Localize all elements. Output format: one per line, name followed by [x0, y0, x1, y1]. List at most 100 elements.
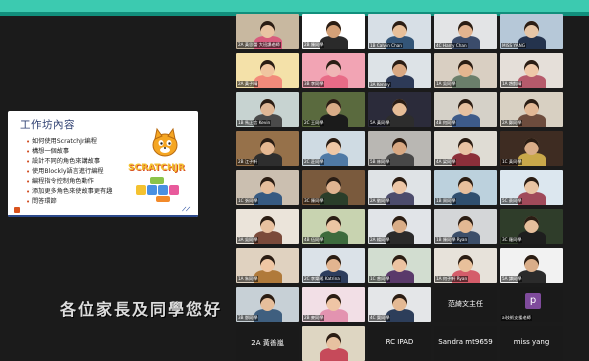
participant-video-face [524, 21, 539, 38]
participant-tile[interactable]: 3C 羅同學 [500, 209, 563, 244]
participant-name: 5C 蔡同學 [501, 198, 523, 204]
participant-name: 1B 陳同學 Ryan [435, 237, 469, 243]
participant-video-face [524, 138, 539, 155]
participant-video-face [392, 99, 407, 116]
participant-name: 范綺文主任 [448, 300, 483, 308]
participant-tile[interactable]: 1A 何子軒 Ryan [434, 248, 497, 283]
video-subtitle: 各位家長及同學您好 [60, 300, 223, 319]
participant-tile[interactable]: 1B 周同學 [434, 170, 497, 205]
participant-video-face [458, 60, 473, 77]
participant-tile[interactable]: 2B 麥同學 [302, 287, 365, 322]
participant-name: 1A 何子軒 Ryan [435, 276, 469, 282]
participant-video-face [458, 177, 473, 194]
participant-video-face [326, 21, 341, 38]
participant-tile[interactable]: 5A 黃同學 [368, 92, 431, 127]
participant-name: 1B 馬正言 Kevin [237, 120, 272, 126]
participant-tile[interactable]: p ai技術支援老師 [500, 287, 563, 322]
participant-video-face [458, 255, 473, 272]
slide-bullet: 編程指令控制角色動作 [26, 177, 112, 187]
participant-tile[interactable]: 2A 劉同學 [368, 170, 431, 205]
participant-tile[interactable]: 2B 江子軒 [236, 131, 299, 166]
participant-name: 1A 吳同學 [435, 81, 457, 87]
participant-tile[interactable]: 4B 伍同學 [302, 209, 365, 244]
participant-name: MISS YANG [501, 43, 526, 48]
participant-name: 3B 鄧同學 [237, 315, 259, 321]
participant-tile[interactable]: 4A 梁同學 [434, 131, 497, 166]
participant-tile[interactable]: 3A Kenny [368, 53, 431, 88]
participant-name: 1C 張同學 [237, 198, 259, 204]
participant-name: 1A 趙凱晴 [501, 81, 523, 87]
participant-tile[interactable]: 1C 張同學 [236, 170, 299, 205]
participant-tile[interactable]: 1B 陳同學 Ryan [434, 209, 497, 244]
participant-tile[interactable]: miss yang [500, 326, 563, 361]
participant-name: 2A 劉同學 [369, 198, 391, 204]
participant-tile[interactable] [302, 326, 365, 361]
participant-tile[interactable]: 3B 鄧同學 [236, 287, 299, 322]
participant-tile[interactable]: 5C 蔡同學 [500, 170, 563, 205]
participant-tile[interactable]: 1C 曾同學 [368, 248, 431, 283]
participant-tile[interactable]: 范綺文主任 [434, 287, 497, 322]
participant-tile[interactable]: MISS YANG [500, 14, 563, 49]
participant-video-face [326, 60, 341, 77]
participant-name: 4A 梁同學 [435, 159, 457, 165]
participant-tile[interactable]: 3B 李同學 [302, 53, 365, 88]
participant-tile[interactable]: 3A 吳同學 [236, 209, 299, 244]
participant-name: 3A 吳同學 [237, 237, 259, 243]
participant-tile[interactable]: 2A 楊同學 [368, 209, 431, 244]
participant-name: 1C 黃同學 [501, 159, 523, 165]
slide-bullet: 如何使用ScratchJr編程 [26, 137, 112, 147]
participant-video-face [392, 21, 407, 38]
participant-tile[interactable]: 1B 馬正言 Kevin [236, 92, 299, 127]
participant-name: 3C 陳同學 [303, 198, 325, 204]
participant-tile[interactable]: 2C 王同學 [302, 92, 365, 127]
participant-name: 2A 黃子晴 [237, 81, 259, 87]
participant-tile[interactable]: 3C 陳同學 [302, 170, 365, 205]
slide-page-marker [14, 207, 20, 213]
participant-video-face [524, 99, 539, 116]
participant-name: 2A 黃思蕾 大班課老師 [237, 42, 281, 48]
participant-name: 2A 楊同學 [369, 237, 391, 243]
participant-tile[interactable]: 2A 黃思蕾 大班課老師 [236, 14, 299, 49]
participant-video-face [326, 294, 341, 311]
participant-tile[interactable]: 1A 朱同學 [236, 248, 299, 283]
participant-tile[interactable]: 1C 黃同學 [500, 131, 563, 166]
participant-tile[interactable]: 5B 林同學 [368, 131, 431, 166]
scratchjr-logo: SCRATCHJR [128, 163, 185, 173]
participant-tile[interactable]: 1A 吳同學 [434, 53, 497, 88]
participant-tile[interactable]: 4C Harry Chan [434, 14, 497, 49]
participant-tile[interactable]: 2B 陳同學 [302, 14, 365, 49]
participant-tile[interactable]: 5A 譚同學 [500, 248, 563, 283]
participant-tile[interactable]: 2C 莊同學 [302, 131, 365, 166]
participant-tile[interactable]: 2A 黃善嵐 [236, 326, 299, 361]
participant-tile[interactable]: 1B Calvin Chan [368, 14, 431, 49]
participant-tile[interactable]: 4C 葉同學 [368, 287, 431, 322]
participant-name: 1C 曾同學 [369, 276, 391, 282]
participant-name: 4B 何同學 [435, 120, 457, 126]
slide-bottom-bar [8, 215, 198, 217]
slide-bullet: 使用Blockly語言進行編程 [26, 167, 112, 177]
participant-video-face [458, 216, 473, 233]
participant-tile[interactable]: 2C 李樂瑤 Katrina [302, 248, 365, 283]
participant-name: 2C 莊同學 [303, 159, 325, 165]
participant-tile[interactable]: Sandra mt9659 [434, 326, 497, 361]
participant-video-face [392, 60, 407, 77]
participant-video-face [326, 216, 341, 233]
participant-video-face [524, 177, 539, 194]
slide-bullet-list: 如何使用ScratchJr編程 構想一個故事 設計不同的角色來講故事 使用Blo… [26, 137, 112, 207]
participant-video-face [326, 333, 341, 350]
scratch-cat-icon [152, 127, 178, 157]
participant-video-face [326, 99, 341, 116]
participant-video-face [260, 294, 275, 311]
participant-tile[interactable]: 2A 黃子晴 [236, 53, 299, 88]
participant-name: 2A 黃善嵐 [251, 339, 284, 347]
participant-tile[interactable]: 1A 趙凱晴 [500, 53, 563, 88]
participant-tile[interactable]: 2A 鄭同學 [500, 92, 563, 127]
participant-video-face [260, 177, 275, 194]
participant-avatar: p [525, 293, 541, 309]
top-accent-bar [0, 0, 589, 16]
participant-tile[interactable]: RC IPAD [368, 326, 431, 361]
participant-name: miss yang [513, 338, 550, 346]
participant-video-face [392, 216, 407, 233]
participant-name: Sandra mt9659 [438, 338, 493, 346]
participant-tile[interactable]: 4B 何同學 [434, 92, 497, 127]
